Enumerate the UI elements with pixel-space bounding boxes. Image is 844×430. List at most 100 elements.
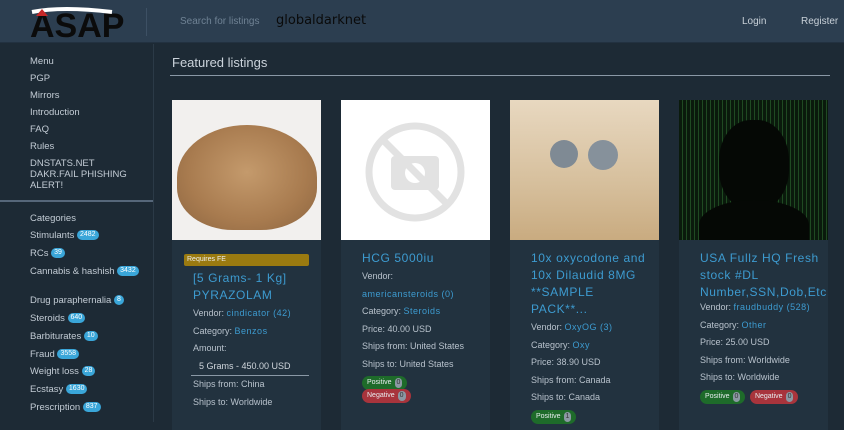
listing-image[interactable] (172, 100, 321, 240)
category-link[interactable]: Benzos (235, 326, 268, 336)
no-image-icon (365, 122, 465, 222)
negative-feedback-badge[interactable]: Negative 0 (749, 389, 799, 404)
sidebar-item-mirrors[interactable]: Mirrors (30, 90, 60, 101)
positive-count: 0 (732, 391, 741, 402)
vendor-link[interactable]: cindicator (42) (227, 308, 292, 318)
sidebar-item-faq[interactable]: FAQ (30, 124, 49, 135)
category-drug-paraphernalia[interactable]: Drug paraphernalia 8 (30, 295, 124, 306)
vendor-label: Vendor: (531, 322, 563, 332)
ships-from: Ships from: China (193, 379, 265, 389)
register-link[interactable]: Register (801, 16, 838, 27)
category-label: Ecstasy (30, 384, 64, 395)
sidebar-menu-heading: Menu (30, 56, 54, 67)
price: Price: 38.90 USD (531, 357, 601, 367)
sidebar-item-rules[interactable]: Rules (30, 141, 54, 152)
category-cannabis[interactable]: Cannabis & hashish 3432 (30, 266, 140, 278)
positive-label: Positive (536, 412, 561, 420)
vendor-label: Vendor: (362, 271, 394, 281)
amount-select[interactable]: 5 Grams - 450.00 USD (191, 358, 309, 376)
ships-from: Ships from: Canada (531, 374, 611, 385)
categories-heading: Categories (30, 213, 76, 224)
count-badge: 10 (83, 331, 98, 342)
positive-label: Positive (705, 392, 730, 400)
category-barbiturates[interactable]: Barbiturates 10 (30, 331, 98, 342)
vendor-label: Vendor: (700, 302, 732, 312)
category-label: Drug paraphernalia (30, 295, 112, 306)
vendor-link[interactable]: americansteroids (0) (362, 286, 478, 304)
login-link[interactable]: Login (742, 16, 766, 27)
category-stimulants[interactable]: Stimulants 2482 (30, 230, 99, 241)
category-steroids[interactable]: Steroids 640 (30, 313, 86, 324)
negative-feedback-badge[interactable]: Negative 0 (362, 389, 411, 403)
listing-card: HCG 5000iu Vendor: americansteroids (0) … (341, 100, 490, 430)
asap-logo[interactable]: ASAP (22, 4, 127, 40)
negative-label: Negative (754, 392, 783, 400)
category-link[interactable]: Oxy (573, 340, 591, 350)
category-label: RCs (30, 248, 49, 259)
sidebar-divider (0, 200, 153, 202)
category-label: Stimulants (30, 230, 75, 241)
positive-feedback-badge[interactable]: Positive 0 (700, 389, 746, 404)
negative-count: 0 (397, 391, 406, 401)
category-weight-loss[interactable]: Weight loss 28 (30, 366, 96, 377)
category-prescription[interactable]: Prescription 837 (30, 402, 101, 413)
count-badge: 3558 (57, 349, 80, 360)
listing-title[interactable]: HCG 5000iu (362, 250, 478, 267)
count-badge: 837 (82, 402, 101, 413)
ships-to: Ships to: Worldwide (193, 396, 273, 407)
count-badge: 640 (67, 313, 86, 324)
ships-to: Ships to: Canada (531, 392, 601, 402)
positive-count: 1 (563, 411, 572, 422)
ships-from: Ships from: United States (362, 341, 465, 351)
count-badge: 2482 (77, 230, 99, 241)
sidebar-item-pgp[interactable]: PGP (30, 73, 50, 84)
title-divider (170, 75, 830, 76)
positive-feedback-badge[interactable]: Positive 1 (531, 409, 577, 424)
category-rcs[interactable]: RCs 39 (30, 248, 65, 259)
category-label: Steroids (30, 313, 65, 324)
count-badge: 28 (81, 366, 96, 377)
category-label: Category: (362, 306, 402, 316)
listing-image[interactable] (341, 100, 490, 240)
listing-card: Requires FE [5 Grams- 1 Kg] PYRAZOLAM Ve… (172, 100, 321, 430)
amount-label: Amount: (193, 343, 227, 353)
listing-image[interactable] (510, 100, 659, 240)
listing-image[interactable] (679, 100, 828, 240)
page-title: Featured listings (172, 55, 268, 70)
category-label: Category: (700, 319, 740, 330)
vendor-link[interactable]: OxyOG (3) (565, 322, 613, 332)
search-input[interactable]: Search for listings (180, 16, 259, 27)
negative-count: 0 (785, 391, 794, 402)
category-label: Cannabis & hashish (30, 266, 115, 277)
category-label: Fraud (30, 349, 55, 360)
sidebar-item-phishing-alert[interactable]: DNSTATS.NET DAKR.FAIL PHISHING ALERT! (30, 158, 140, 191)
ships-to: Ships to: United States (362, 358, 454, 369)
positive-label: Positive (367, 379, 392, 386)
category-label: Prescription (30, 402, 81, 413)
category-label: Barbiturates (30, 331, 82, 342)
header: ASAP Search for listings globaldarknet L… (0, 0, 844, 43)
ships-to: Ships to: Worldwide (700, 372, 780, 382)
sidebar-item-introduction[interactable]: Introduction (30, 107, 80, 118)
count-badge: 1630 (65, 384, 88, 395)
listing-title[interactable]: [5 Grams- 1 Kg] PYRAZOLAM (193, 270, 309, 304)
category-label: Category: (531, 339, 571, 350)
category-label: Category: (193, 325, 233, 336)
price: Price: 25.00 USD (700, 337, 770, 347)
category-link[interactable]: Other (742, 320, 767, 330)
category-fraud[interactable]: Fraud 3558 (30, 349, 80, 360)
category-link[interactable]: Steroids (404, 306, 441, 316)
vendor-label: Vendor: (193, 308, 225, 318)
listing-card: 10x oxycodone and 10x Dilaudid 8MG **SAM… (510, 100, 659, 430)
vendor-link[interactable]: fraudbuddy (528) (734, 302, 811, 312)
listing-title[interactable]: 10x oxycodone and 10x Dilaudid 8MG **SAM… (531, 250, 647, 318)
negative-label: Negative (367, 392, 395, 399)
price: Price: 40.00 USD (362, 323, 432, 334)
count-badge: 3432 (117, 266, 139, 277)
category-label: Weight loss (30, 366, 79, 377)
ships-from: Ships from: Worldwide (700, 354, 790, 365)
watermark: globaldarknet (276, 13, 367, 28)
listing-title[interactable]: USA Fullz HQ Fresh stock #DL Number,SSN,… (700, 250, 830, 301)
category-ecstasy[interactable]: Ecstasy 1630 (30, 384, 88, 395)
requires-fe-badge: Requires FE (184, 254, 309, 266)
